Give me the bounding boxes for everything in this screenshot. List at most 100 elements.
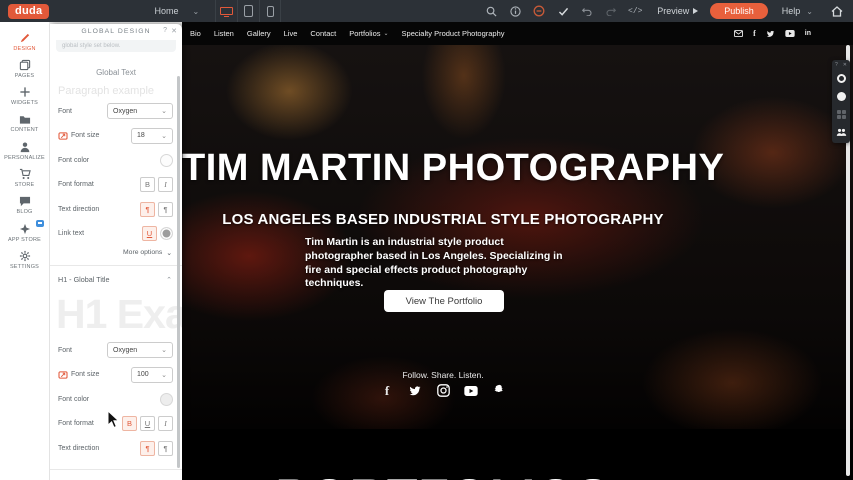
sidebar-item-personalize[interactable]: PERSONALIZE: [0, 137, 49, 164]
direction-ltr-button[interactable]: ¶: [140, 202, 155, 217]
twitter-icon[interactable]: [766, 30, 775, 38]
feedback-button[interactable]: [529, 2, 549, 20]
feedback-icon: [533, 5, 545, 17]
sidebar-item-pages[interactable]: PAGES: [0, 55, 49, 82]
chevron-up-icon: ⌃: [166, 276, 172, 284]
font-color-label: Font color: [58, 157, 89, 164]
instagram-icon[interactable]: [436, 383, 451, 398]
page-selector[interactable]: Home ⌄: [154, 6, 199, 16]
sidebar-item-app-store[interactable]: APP STORE: [0, 219, 49, 246]
site-subtitle[interactable]: LOS ANGELES BASED INDUSTRIAL STYLE PHOTO…: [182, 211, 704, 228]
portfolios-heading[interactable]: PORTFOLIOS: [182, 468, 704, 480]
nav-link-bio[interactable]: Bio: [190, 29, 201, 38]
h1-example: H1 Example: [56, 290, 182, 338]
team-button[interactable]: [832, 123, 850, 141]
mobile-view-button[interactable]: [259, 0, 281, 22]
h1-font-size-select[interactable]: 100 ⌄: [131, 367, 173, 383]
record-button[interactable]: [832, 69, 850, 87]
h1-direction-ltr-button[interactable]: ¶: [140, 441, 155, 456]
italic-button[interactable]: I: [158, 177, 173, 192]
sidebar-item-settings[interactable]: SETTINGS: [0, 246, 49, 273]
sections-button[interactable]: [832, 105, 850, 123]
undo-icon: [581, 6, 593, 16]
site-intro-paragraph[interactable]: Tim Martin is an industrial style produc…: [305, 236, 563, 291]
h1-font-select[interactable]: Oxygen ⌄: [107, 342, 173, 358]
publish-button[interactable]: Publish: [710, 3, 768, 19]
linkedin-icon[interactable]: in: [805, 30, 811, 37]
speech-bubble-icon: [19, 196, 31, 207]
bold-button[interactable]: B: [140, 177, 155, 192]
nav-social-icons: f in: [734, 29, 811, 38]
font-select[interactable]: Oxygen ⌄: [107, 103, 173, 119]
view-portfolio-button[interactable]: View The Portfolio: [384, 290, 504, 312]
email-icon[interactable]: [734, 30, 743, 37]
comments-button[interactable]: [832, 87, 850, 105]
help-menu[interactable]: Help ⌄: [782, 6, 813, 16]
undo-button[interactable]: [577, 2, 597, 20]
nav-link-listen[interactable]: Listen: [214, 29, 234, 38]
h1-underline-button[interactable]: U: [140, 416, 155, 431]
nav-link-live[interactable]: Live: [284, 29, 298, 38]
global-text-heading: Global Text: [50, 68, 182, 77]
redo-button[interactable]: [601, 2, 621, 20]
hero-social-icons: f: [182, 383, 704, 398]
panel-scrollbar[interactable]: [177, 76, 180, 468]
app-store-icon: [19, 223, 31, 235]
nav-link-contact[interactable]: Contact: [310, 29, 336, 38]
panel-help-icon[interactable]: ?: [163, 27, 167, 34]
facebook-icon[interactable]: f: [380, 383, 395, 398]
sidebar-item-design[interactable]: DESIGN: [0, 28, 49, 55]
link-underline-button[interactable]: U: [142, 226, 157, 241]
nav-link-portfolios[interactable]: Portfolios ⌄: [349, 29, 388, 38]
h1-direction-rtl-button[interactable]: ¶: [158, 441, 173, 456]
h1-section-header[interactable]: H1 - Global Title ⌃: [50, 275, 182, 284]
font-size-icon: [58, 132, 68, 140]
panel-close-icon[interactable]: ✕: [171, 27, 177, 35]
tablet-view-button[interactable]: [237, 0, 259, 22]
follow-share-listen-text: Follow. Share. Listen.: [182, 370, 704, 380]
h1-text-direction-row: Text direction ¶ ¶: [50, 436, 182, 461]
h1-italic-button[interactable]: I: [158, 416, 173, 431]
youtube-icon[interactable]: [785, 30, 795, 37]
collaboration-toolbar: ? ✕: [832, 60, 850, 143]
font-color-swatch[interactable]: [160, 154, 173, 167]
twitter-icon[interactable]: [408, 383, 423, 398]
plus-icon: [19, 86, 31, 98]
nav-link-specialty[interactable]: Specialty Product Photography: [402, 29, 505, 38]
device-switcher: [215, 0, 281, 22]
h1-font-color-swatch[interactable]: [160, 393, 173, 406]
sidebar-item-content[interactable]: CONTENT: [0, 110, 49, 137]
nav-link-gallery[interactable]: Gallery: [247, 29, 271, 38]
preview-button[interactable]: Preview: [657, 6, 698, 16]
site-title[interactable]: TIM MARTIN PHOTOGRAPHY: [182, 147, 704, 190]
facebook-icon[interactable]: f: [753, 29, 756, 38]
saved-indicator-button[interactable]: [553, 2, 573, 20]
sidebar-item-widgets[interactable]: WIDGETS: [0, 83, 49, 110]
direction-rtl-button[interactable]: ¶: [158, 202, 173, 217]
snapchat-icon[interactable]: [492, 383, 507, 398]
tablet-icon: [244, 5, 253, 17]
toolbar-help-icon[interactable]: ?: [835, 62, 838, 68]
sidebar-item-blog[interactable]: BLOG: [0, 192, 49, 219]
search-icon: [486, 6, 497, 17]
info-button[interactable]: [505, 2, 525, 20]
site-navbar: Bio Listen Gallery Live Contact Portfoli…: [182, 22, 853, 45]
duda-logo[interactable]: duda: [8, 4, 49, 19]
h1-bold-button[interactable]: B: [122, 416, 137, 431]
dev-mode-button[interactable]: </>: [625, 2, 645, 20]
link-color-swatch[interactable]: [160, 227, 173, 240]
more-options-link[interactable]: More options ⌄: [50, 249, 182, 257]
chevron-down-icon: ⌄: [384, 30, 389, 37]
h1-font-format-row: Font format B U I: [50, 412, 182, 437]
sidebar-item-store[interactable]: STORE: [0, 164, 49, 191]
dashboard-home-button[interactable]: [827, 2, 847, 20]
search-button[interactable]: [481, 2, 501, 20]
youtube-icon[interactable]: [464, 383, 479, 398]
toolbar-close-icon[interactable]: ✕: [843, 62, 847, 68]
site-preview: Bio Listen Gallery Live Contact Portfoli…: [182, 22, 853, 480]
desktop-icon: [220, 7, 233, 15]
desktop-view-button[interactable]: [215, 0, 237, 22]
chevron-down-icon: ⌄: [161, 107, 167, 115]
link-text-label: Link text: [58, 230, 84, 237]
font-size-select[interactable]: 18 ⌄: [131, 128, 173, 144]
